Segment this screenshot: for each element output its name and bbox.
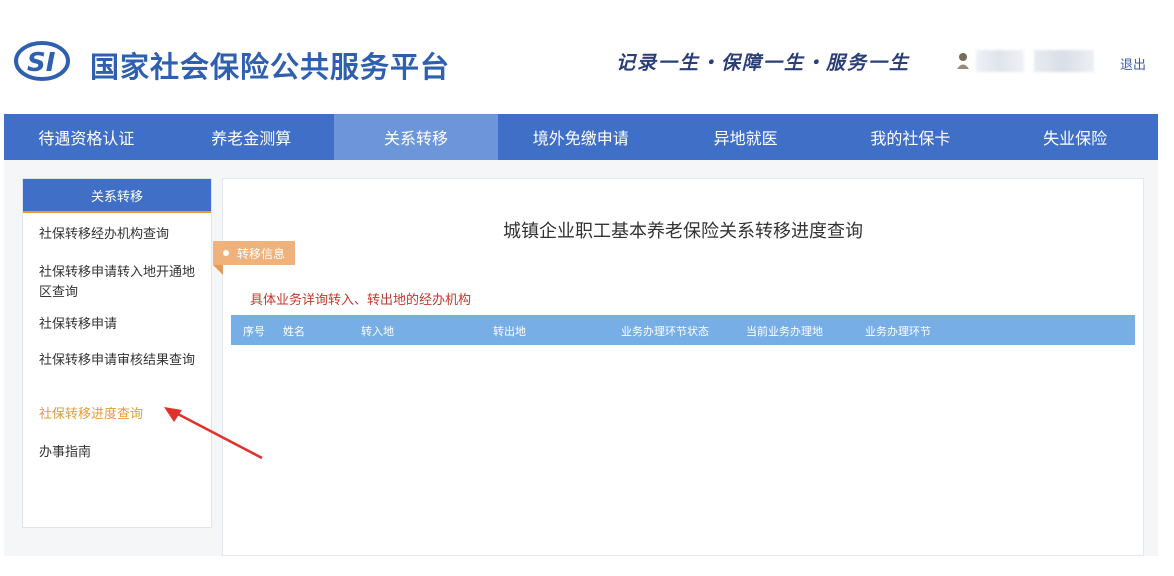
site-header: SI 国家社会保险公共服务平台 记录一生・保障一生・服务一生 退出 <box>4 0 1158 114</box>
column-header: 序号 <box>243 325 265 338</box>
page-title: 城镇企业职工基本养老保险关系转移进度查询 <box>503 221 863 242</box>
nav-item-eligibility-auth[interactable]: 待遇资格认证 <box>4 114 169 160</box>
column-header: 当前业务办理地 <box>746 325 823 338</box>
dot-icon <box>223 250 229 256</box>
sidebar-heading: 关系转移 <box>23 179 211 213</box>
logout-link[interactable]: 退出 <box>1120 54 1146 73</box>
section-tag: 转移信息 <box>213 241 296 265</box>
table-header: 序号 姓名 转入地 转出地 业务办理环节状态 当前业务办理地 业务办理环节 <box>231 315 1135 345</box>
site-slogan: 记录一生・保障一生・服务一生 <box>616 52 911 74</box>
sidebar-item-region-query[interactable]: 社保转移申请转入地开通地区查询 <box>39 263 205 303</box>
column-header: 业务办理环节状态 <box>621 325 709 338</box>
nav-item-overseas-exemption[interactable]: 境外免缴申请 <box>498 114 663 160</box>
nav-item-unemployment-insurance[interactable]: 失业保险 <box>993 114 1158 160</box>
sidebar-item-transfer-apply[interactable]: 社保转移申请 <box>39 315 205 335</box>
main-nav: 待遇资格认证 养老金测算 关系转移 境外免缴申请 异地就医 我的社保卡 失业保险 <box>4 114 1158 160</box>
user-icon <box>957 53 969 69</box>
red-arrow-annotation <box>164 407 263 460</box>
column-header: 转入地 <box>361 325 394 338</box>
si-logo-icon[interactable]: SI <box>14 40 76 82</box>
sidebar-item-agency-query[interactable]: 社保转移经办机构查询 <box>39 225 205 245</box>
section-tag-label: 转移信息 <box>237 246 286 261</box>
nav-item-relation-transfer[interactable]: 关系转移 <box>333 114 499 160</box>
user-name-blurred <box>976 50 1024 72</box>
column-header: 转出地 <box>493 325 526 338</box>
column-header: 业务办理环节 <box>865 325 931 338</box>
tag-notch <box>213 265 223 275</box>
column-header: 姓名 <box>283 325 305 338</box>
site-title: 国家社会保险公共服务平台 <box>90 50 451 84</box>
user-info-blurred <box>1034 50 1094 72</box>
svg-text:SI: SI <box>27 48 56 78</box>
nav-item-my-social-card[interactable]: 我的社保卡 <box>828 114 993 160</box>
main-panel: 城镇企业职工基本养老保险关系转移进度查询 转移信息 具体业务详询转入、转出地的经… <box>213 178 1144 556</box>
hint-text: 具体业务详询转入、转出地的经办机构 <box>250 293 472 308</box>
nav-item-remote-medical[interactable]: 异地就医 <box>663 114 828 160</box>
nav-item-pension-calc[interactable]: 养老金测算 <box>169 114 334 160</box>
sidebar: 关系转移 社保转移经办机构查询 社保转移申请转入地开通地区查询 社保转移申请 社… <box>22 178 212 528</box>
sidebar-item-review-result[interactable]: 社保转移申请审核结果查询 <box>39 351 205 371</box>
